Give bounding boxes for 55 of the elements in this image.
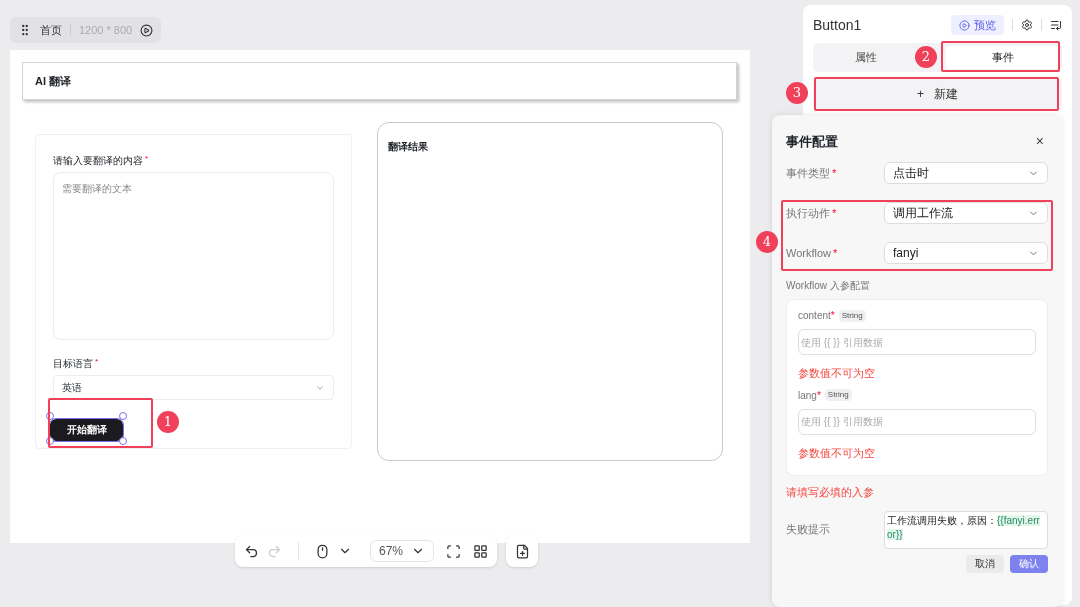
dropdown[interactable]: 调用工作流 xyxy=(884,202,1048,224)
app-title: AI 翻译 xyxy=(35,73,72,89)
add-page-button[interactable] xyxy=(506,535,539,567)
failure-message-field[interactable]: 工作流调用失败，原因：{{fanyi.error}} xyxy=(884,510,1048,549)
dropdown[interactable]: fanyi xyxy=(884,242,1048,264)
dropdown[interactable]: 点击时 xyxy=(884,162,1048,184)
fit-screen-icon[interactable] xyxy=(446,543,462,559)
undo-icon[interactable] xyxy=(244,543,259,559)
cancel-button[interactable]: 取消 xyxy=(966,554,1004,573)
collapse-panel-icon[interactable] xyxy=(1050,19,1062,31)
type-tag: String xyxy=(824,389,852,401)
resize-handle[interactable] xyxy=(46,412,54,420)
page-tab[interactable]: 首页 1200 * 800 xyxy=(10,17,162,43)
grid-icon[interactable] xyxy=(473,543,489,559)
field-label: 请输入要翻译的内容 xyxy=(53,154,143,168)
required-mark: * xyxy=(145,153,149,165)
error-message: 请填写必填的入参 xyxy=(786,485,875,500)
play-icon xyxy=(959,19,970,31)
new-event-button[interactable]: + 新建 xyxy=(813,78,1062,110)
mouse-icon[interactable] xyxy=(315,543,330,559)
translate-button[interactable]: 开始翻译 xyxy=(50,418,123,441)
param-name: lang* xyxy=(798,388,821,403)
preview-button[interactable]: 预览 xyxy=(951,15,1004,35)
resize-handle[interactable] xyxy=(119,412,127,420)
component-title: Button1 xyxy=(813,15,862,35)
play-icon[interactable] xyxy=(140,23,154,37)
param-name: content* xyxy=(798,309,835,323)
zoom-select[interactable]: 67% xyxy=(370,540,435,562)
resize-handle[interactable] xyxy=(119,436,127,445)
file-plus-icon xyxy=(514,543,530,559)
error-message: 参数值不可为空 xyxy=(798,366,876,381)
step-number-badge: 3 xyxy=(786,82,808,104)
field-label: 目标语言 xyxy=(53,357,93,371)
field-label: Workflow * xyxy=(786,245,839,261)
panel-tab[interactable]: 属性 xyxy=(816,46,916,69)
field-label: 失败提示 xyxy=(786,521,831,537)
close-button[interactable]: × xyxy=(1035,131,1044,152)
param-input[interactable]: 使用 {{ }} 引用数据 xyxy=(798,329,1036,355)
popup-title: 事件配置 xyxy=(786,132,838,151)
resize-handle[interactable] xyxy=(46,436,54,445)
param-input[interactable]: 使用 {{ }} 引用数据 xyxy=(798,408,1036,435)
field-label: 执行动作 * xyxy=(786,205,838,221)
settings-icon[interactable] xyxy=(1021,19,1033,31)
error-message: 参数值不可为空 xyxy=(798,445,876,461)
result-title: 翻译结果 xyxy=(388,141,428,152)
type-tag: String xyxy=(838,309,866,322)
required-mark: * xyxy=(95,356,99,368)
step-number-badge: 4 xyxy=(756,231,778,253)
text-area[interactable]: 需要翻译的文本 xyxy=(53,172,334,340)
language-select[interactable]: 英语 xyxy=(53,375,334,400)
page-name: 首页 xyxy=(40,22,62,38)
page-size: 1200 * 800 xyxy=(79,22,133,38)
panel-tab[interactable]: 事件 xyxy=(946,46,1059,69)
field-label: 事件类型 * xyxy=(786,165,838,181)
section-label: Workflow 入参配置 xyxy=(786,279,871,293)
